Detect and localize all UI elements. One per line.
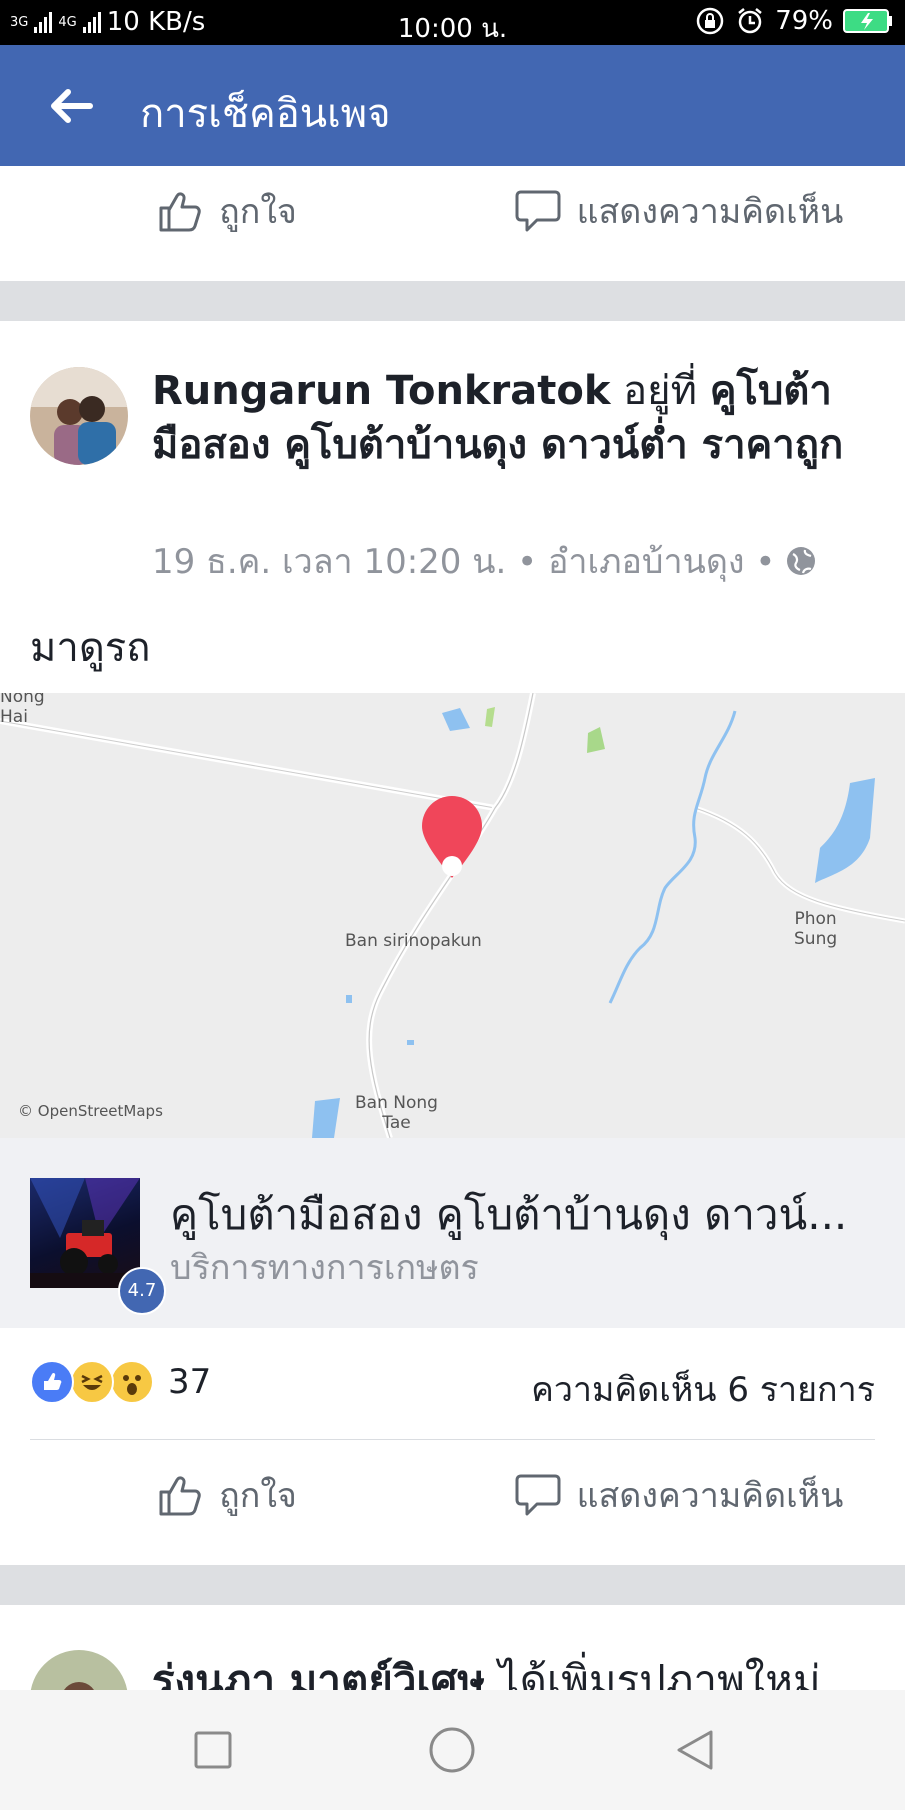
alarm-icon — [738, 8, 762, 34]
map-label-ban-nong-tae: Ban Nong Tae — [355, 1093, 438, 1133]
reaction-count: 37 — [168, 1362, 212, 1402]
avatar[interactable] — [30, 367, 128, 465]
lock-rotation-icon — [696, 7, 724, 35]
like-reaction-icon — [30, 1360, 74, 1404]
map-label-phon-sung: Phon Sung — [794, 909, 837, 949]
like-button[interactable]: ถูกใจ — [0, 1440, 452, 1550]
map-attribution: © OpenStreetMaps — [18, 1102, 163, 1120]
back-arrow-icon[interactable] — [46, 81, 96, 131]
map-label-line: Ban Nong — [355, 1093, 438, 1113]
comment-count-link[interactable]: ความคิดเห็น 6 รายการ — [531, 1362, 875, 1416]
tractor-photo — [30, 1178, 140, 1288]
like-button[interactable]: ถูกใจ — [0, 156, 452, 266]
system-nav-bar — [0, 1690, 905, 1810]
map-view[interactable]: Nong Hai Ban sirinopakun Phon Sung Ban Non… — [0, 693, 905, 1138]
previous-post-actions: ถูกใจ แสดงความคิดเห็น — [0, 156, 905, 266]
map-label-ban-sirinopakun: Ban sirinopakun — [345, 931, 482, 951]
comment-bubble-icon — [515, 190, 561, 232]
status-bar: 3G 4G 10 KB/s 10:00 น. 79% — [0, 0, 905, 45]
map-label-nong-hai: Nong Hai — [0, 693, 45, 727]
post-timestamp[interactable]: 19 ธ.ค. เวลา 10:20 น. • อำเภอบ้านดุง • — [152, 534, 775, 588]
home-icon[interactable] — [428, 1726, 476, 1774]
post-text: มาดูรถ — [30, 625, 151, 671]
comment-button[interactable]: แสดงความคิดเห็น — [452, 1440, 904, 1550]
haha-reaction-icon — [70, 1360, 114, 1404]
author-name[interactable]: Rungarun Tonkratok — [152, 368, 610, 414]
page-title: การเช็คอินเพจ — [140, 91, 391, 137]
map-label-line: Hai — [0, 707, 28, 727]
post-headline: Rungarun Tonkratok อยู่ที่ คูโบต้ามือสอง… — [152, 364, 882, 472]
status-right: 79% — [695, 6, 893, 36]
feed-separator — [0, 281, 905, 321]
back-triangle-icon[interactable] — [673, 1728, 717, 1772]
map-label-line: Sung — [794, 929, 838, 949]
globe-icon — [787, 547, 816, 575]
at-word: อยู่ที่ — [610, 368, 710, 414]
comment-label: แสดงความคิดเห็น — [576, 192, 844, 232]
place-category: บริการทางการเกษตร — [170, 1248, 479, 1288]
battery-percent: 79% — [775, 6, 833, 36]
place-name[interactable]: คูโบต้ามือสอง คูโบต้าบ้านดุง ดาวน์... — [170, 1182, 870, 1248]
map-graphics — [0, 693, 905, 1138]
map-label-line: Nong — [0, 693, 45, 707]
feed-separator — [0, 1565, 905, 1605]
battery-charging-icon — [843, 9, 892, 33]
like-label: ถูกใจ — [219, 192, 297, 232]
rating-badge: 4.7 — [118, 1267, 166, 1315]
place-thumbnail — [30, 1178, 140, 1288]
comment-button[interactable]: แสดงความคิดเห็น — [452, 156, 904, 266]
reaction-summary[interactable]: 37 — [30, 1360, 211, 1404]
thumbs-up-icon — [159, 1476, 201, 1516]
avatar-photo — [30, 367, 128, 465]
map-label-line: Phon — [794, 909, 837, 929]
comment-bubble-icon — [515, 1474, 561, 1516]
map-label-line: Tae — [382, 1113, 411, 1133]
recent-apps-icon[interactable] — [193, 1730, 233, 1770]
like-label: ถูกใจ — [219, 1476, 297, 1516]
post-actions: ถูกใจ แสดงความคิดเห็น — [0, 1440, 905, 1550]
app-bar: การเช็คอินเพจ — [0, 45, 905, 166]
post-meta: 19 ธ.ค. เวลา 10:20 น. • อำเภอบ้านดุง • — [152, 534, 817, 588]
wow-reaction-icon — [110, 1360, 154, 1404]
comment-label: แสดงความคิดเห็น — [576, 1476, 844, 1516]
thumbs-up-icon — [159, 192, 201, 232]
